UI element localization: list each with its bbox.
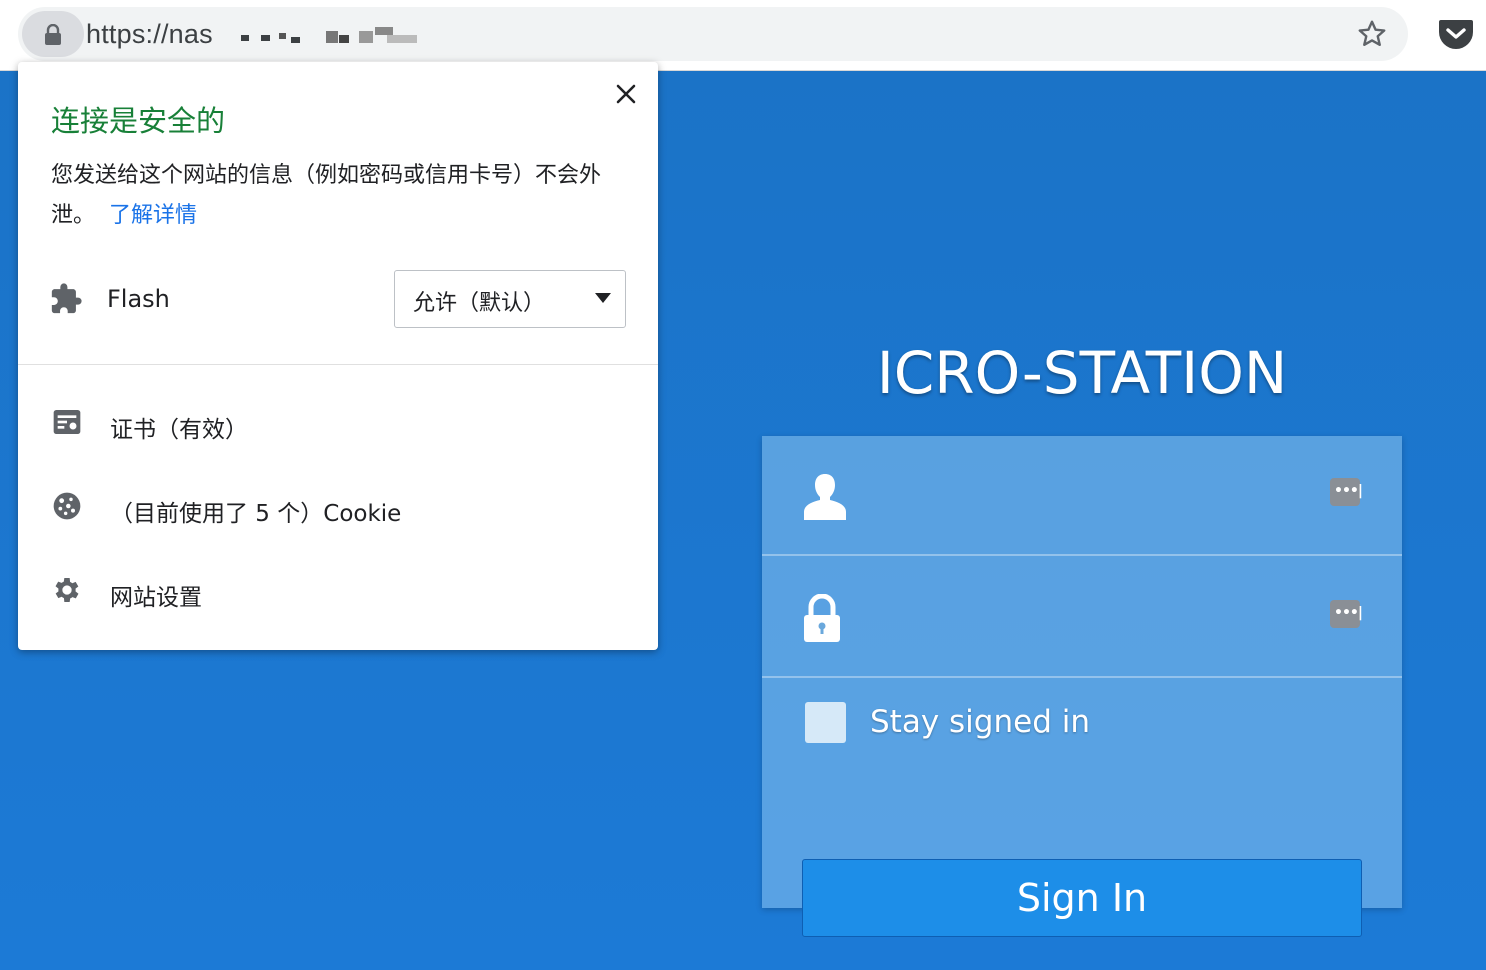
station-title: ICRO-STATION (876, 339, 1288, 407)
password-manager-icon[interactable]: •••| (1330, 478, 1363, 506)
bookmark-star-icon[interactable] (1356, 18, 1388, 50)
browser-toolbar: https://nas (0, 0, 1486, 71)
cookies-label: （目前使用了 5 个）Cookie (110, 501, 402, 527)
stay-signed-in-label[interactable]: Stay signed in (870, 704, 1090, 740)
url-redacted (241, 27, 417, 43)
flash-label: Flash (107, 285, 170, 313)
cookies-row[interactable]: （目前使用了 5 个）Cookie (18, 472, 658, 544)
gear-icon (55, 578, 79, 602)
site-settings-label: 网站设置 (110, 585, 202, 611)
site-settings-row[interactable]: 网站设置 (18, 556, 658, 628)
sign-in-button[interactable]: Sign In (802, 859, 1362, 937)
password-manager-icon[interactable]: •••| (1330, 600, 1363, 628)
stay-signed-in-checkbox[interactable] (805, 702, 846, 743)
close-icon[interactable] (614, 82, 638, 106)
learn-more-link[interactable]: 了解详情 (109, 203, 197, 228)
certificate-icon (53, 410, 81, 434)
connection-secure-title: 连接是安全的 (51, 104, 226, 138)
address-bar[interactable]: https://nas (18, 7, 1408, 61)
certificate-row[interactable]: 证书（有效） (18, 388, 658, 460)
flash-permission-value: 允许（默认） (413, 291, 546, 316)
site-info-popup: 连接是安全的 您发送给这个网站的信息（例如密码或信用卡号）不会外泄。 了解详情 … (18, 62, 658, 650)
username-input[interactable] (872, 466, 1316, 528)
password-input[interactable] (872, 588, 1316, 650)
divider (18, 364, 658, 365)
certificate-label: 证书（有效） (110, 417, 248, 443)
login-panel: •••| •••| Stay signed in Sign In (762, 436, 1402, 937)
user-icon (804, 474, 846, 520)
url-text[interactable]: https://nas (86, 19, 213, 50)
username-row: •••| (762, 436, 1402, 556)
padlock-icon (804, 594, 840, 642)
site-info-button[interactable] (22, 11, 84, 57)
puzzle-piece-icon (51, 283, 82, 314)
connection-description: 您发送给这个网站的信息（例如密码或信用卡号）不会外泄。 了解详情 (51, 156, 626, 236)
lock-icon (45, 24, 61, 45)
flash-permission-row: Flash 允许（默认） (18, 270, 658, 330)
password-row: •••| (762, 558, 1402, 678)
cookie-icon (53, 492, 81, 520)
pocket-icon[interactable] (1438, 16, 1474, 50)
dropdown-arrow-icon (595, 293, 611, 303)
flash-permission-select[interactable]: 允许（默认） (394, 270, 626, 328)
